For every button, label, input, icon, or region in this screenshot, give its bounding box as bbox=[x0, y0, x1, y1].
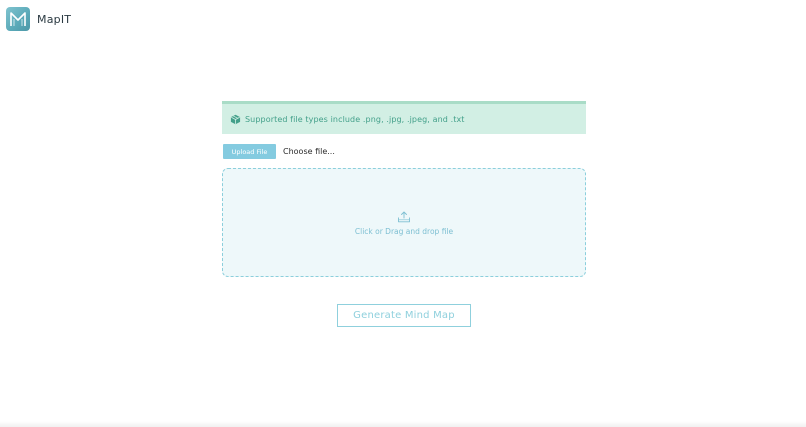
package-icon bbox=[230, 114, 241, 125]
file-dropzone[interactable]: Click or Drag and drop file bbox=[222, 168, 586, 277]
file-upload-row: Upload File Choose file... bbox=[223, 144, 335, 159]
upload-file-button[interactable]: Upload File bbox=[223, 144, 276, 159]
generate-mind-map-button[interactable]: Generate Mind Map bbox=[337, 304, 471, 327]
dropzone-text: Click or Drag and drop file bbox=[354, 227, 454, 236]
alert-text: Supported file types include .png, .jpg,… bbox=[245, 114, 465, 124]
upload-icon bbox=[397, 208, 411, 223]
app-title: MapIT bbox=[37, 12, 72, 26]
supported-types-alert: Supported file types include .png, .jpg,… bbox=[222, 101, 586, 134]
chosen-file-name: Choose file... bbox=[283, 147, 335, 156]
footer-divider bbox=[0, 421, 806, 427]
mapit-logo-icon[interactable] bbox=[6, 7, 30, 31]
app-header: MapIT bbox=[6, 7, 71, 31]
